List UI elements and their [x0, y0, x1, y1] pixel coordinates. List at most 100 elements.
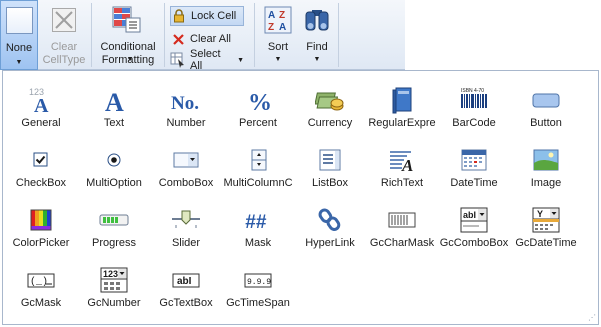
clear-all-label: Clear All [190, 33, 231, 45]
gallery-item-label: Slider [171, 237, 201, 249]
svg-text:Z: Z [279, 10, 285, 21]
clear-celltype-label-1: Clear [50, 41, 78, 53]
richtext-icon-letter: A [401, 156, 413, 175]
gallery-item-label: RichText [380, 177, 424, 189]
number-no-icon: No. [170, 85, 202, 115]
gallery-item-listbox[interactable]: ListBox [297, 139, 363, 189]
gallery-item-gctimespan[interactable]: 9.9.9 GcTimeSpan [225, 259, 291, 309]
gallery-item-label: Currency [307, 117, 353, 129]
gallery-item-button[interactable]: Button [513, 79, 579, 129]
slider-icon [170, 205, 202, 235]
gallery-item-label: GcDateTime [515, 237, 577, 249]
gallery-item-gcmask[interactable]: (_) GcMask [8, 259, 74, 309]
gallery-item-datetime[interactable]: DateTime [441, 139, 507, 189]
gallery-item-multioption[interactable]: MultiOption [81, 139, 147, 189]
gallery-item-hyperlink[interactable]: HyperLink [297, 199, 363, 249]
group-separator [91, 3, 92, 67]
gallery-item-barcode[interactable]: ISBN 4-70 BarCode [441, 79, 507, 129]
clear-all-button[interactable]: Clear All [170, 29, 244, 49]
binoculars-icon [303, 6, 331, 37]
gallery-item-label: Percent [239, 117, 277, 129]
clear-celltype-button[interactable]: Clear CellType [40, 0, 88, 70]
conditional-formatting-button[interactable]: Conditional Formatting ▼ [96, 0, 160, 70]
gallery-item-label: CheckBox [15, 177, 67, 189]
richtext-icon: A [386, 145, 418, 175]
combobox-icon [170, 145, 202, 175]
gallery-item-percent[interactable]: % Percent [225, 79, 291, 129]
gccharmask-icon [386, 205, 418, 235]
percent-icon-text: % [248, 90, 272, 115]
select-all-label: Select All [190, 48, 221, 72]
listbox-icon [314, 145, 346, 175]
gallery-item-image[interactable]: Image [513, 139, 579, 189]
select-all-button[interactable]: Select All ▼ [170, 48, 244, 72]
barcode-icon: ISBN 4-70 [458, 85, 490, 115]
image-icon [530, 145, 562, 175]
gccombobox-icon: abI [458, 205, 490, 235]
gallery-item-colorpicker[interactable]: ColorPicker [8, 199, 74, 249]
gallery-item-label: ListBox [311, 177, 349, 189]
gctextbox-icon: abI [170, 265, 202, 295]
gallery-item-label: HyperLink [305, 237, 355, 249]
chevron-down-icon: ▼ [126, 56, 134, 63]
gallery-item-gctextbox[interactable]: abI GcTextBox [153, 259, 219, 309]
svg-text:(_): (_) [30, 276, 48, 288]
gallery-item-richtext[interactable]: A RichText [369, 139, 435, 189]
empty-cell-icon [6, 7, 33, 34]
chevron-down-icon: ▼ [15, 59, 23, 66]
chevron-down-icon: ▼ [274, 56, 282, 63]
resize-grip-icon[interactable]: ⋰ [588, 313, 596, 322]
gallery-item-mask[interactable]: ## Mask [225, 199, 291, 249]
gallery-item-label: Mask [244, 237, 272, 249]
gallery-item-gccharmask[interactable]: GcCharMask [369, 199, 435, 249]
gallery-item-label: MultiOption [86, 177, 142, 189]
gallery-item-label: GcTextBox [159, 297, 213, 309]
gallery-item-label: GcNumber [87, 297, 141, 309]
gcnumber-icon: 123 [98, 265, 130, 295]
gallery-item-regularexpre[interactable]: RegularExpre [368, 79, 436, 129]
gallery-item-label: GcTimeSpan [226, 297, 290, 309]
sort-label: Sort [267, 41, 289, 53]
gallery-item-multicolumnc[interactable]: MultiColumnC [223, 139, 293, 189]
gallery-item-checkbox[interactable]: CheckBox [8, 139, 74, 189]
text-icon-letter: A [105, 88, 124, 115]
svg-text:Z: Z [268, 22, 274, 33]
gallery-item-label: ComboBox [158, 177, 214, 189]
clear-celltype-icon [52, 8, 76, 32]
gallery-item-gcdatetime[interactable]: Y GcDateTime [513, 199, 579, 249]
gallery-item-label: RegularExpre [368, 117, 436, 129]
gallery-item-label: Button [530, 117, 562, 129]
sort-az-icon: A Z Z A [264, 6, 292, 37]
group-separator [338, 3, 339, 67]
book-icon [386, 85, 418, 115]
gallery-item-combobox[interactable]: ComboBox [153, 139, 219, 189]
gallery-item-label: DateTime [450, 177, 498, 189]
gallery-item-currency[interactable]: Currency [297, 79, 363, 129]
gallery-item-number[interactable]: No. Number [153, 79, 219, 129]
gallery-item-gccombobox[interactable]: abI GcComboBox [440, 199, 508, 249]
celltype-gallery: 123 A General A Text No. Number % Percen… [2, 70, 599, 325]
calendar-icon [458, 145, 490, 175]
none-celltype-button[interactable]: None ▼ [0, 0, 38, 70]
gallery-item-slider[interactable]: Slider [153, 199, 219, 249]
gallery-item-general[interactable]: 123 A General [8, 79, 74, 129]
lock-cell-label: Lock Cell [191, 10, 237, 22]
find-label: Find [306, 41, 328, 53]
conditional-formatting-label-1: Conditional [100, 41, 156, 53]
gallery-item-text[interactable]: A Text [81, 79, 147, 129]
gallery-item-label: GcComboBox [439, 237, 509, 249]
mask-hash-icon: ## [242, 205, 274, 235]
percent-icon: % [242, 85, 274, 115]
gallery-item-label: GcCharMask [369, 237, 435, 249]
gcnumber-icon-text: 123 [103, 269, 118, 279]
lock-cell-button[interactable]: Lock Cell [170, 6, 244, 26]
gcdatetime-icon-text: Y [537, 209, 543, 219]
find-button[interactable]: Find ▼ [300, 0, 334, 70]
sort-button[interactable]: A Z Z A Sort ▼ [258, 0, 298, 70]
gccombobox-icon-text: abI [463, 210, 476, 220]
gallery-item-progress[interactable]: Progress [81, 199, 147, 249]
number-icon-text: No. [171, 93, 199, 114]
group-separator [254, 3, 255, 67]
gallery-item-gcnumber[interactable]: 123 GcNumber [81, 259, 147, 309]
gallery-item-label: Progress [91, 237, 137, 249]
